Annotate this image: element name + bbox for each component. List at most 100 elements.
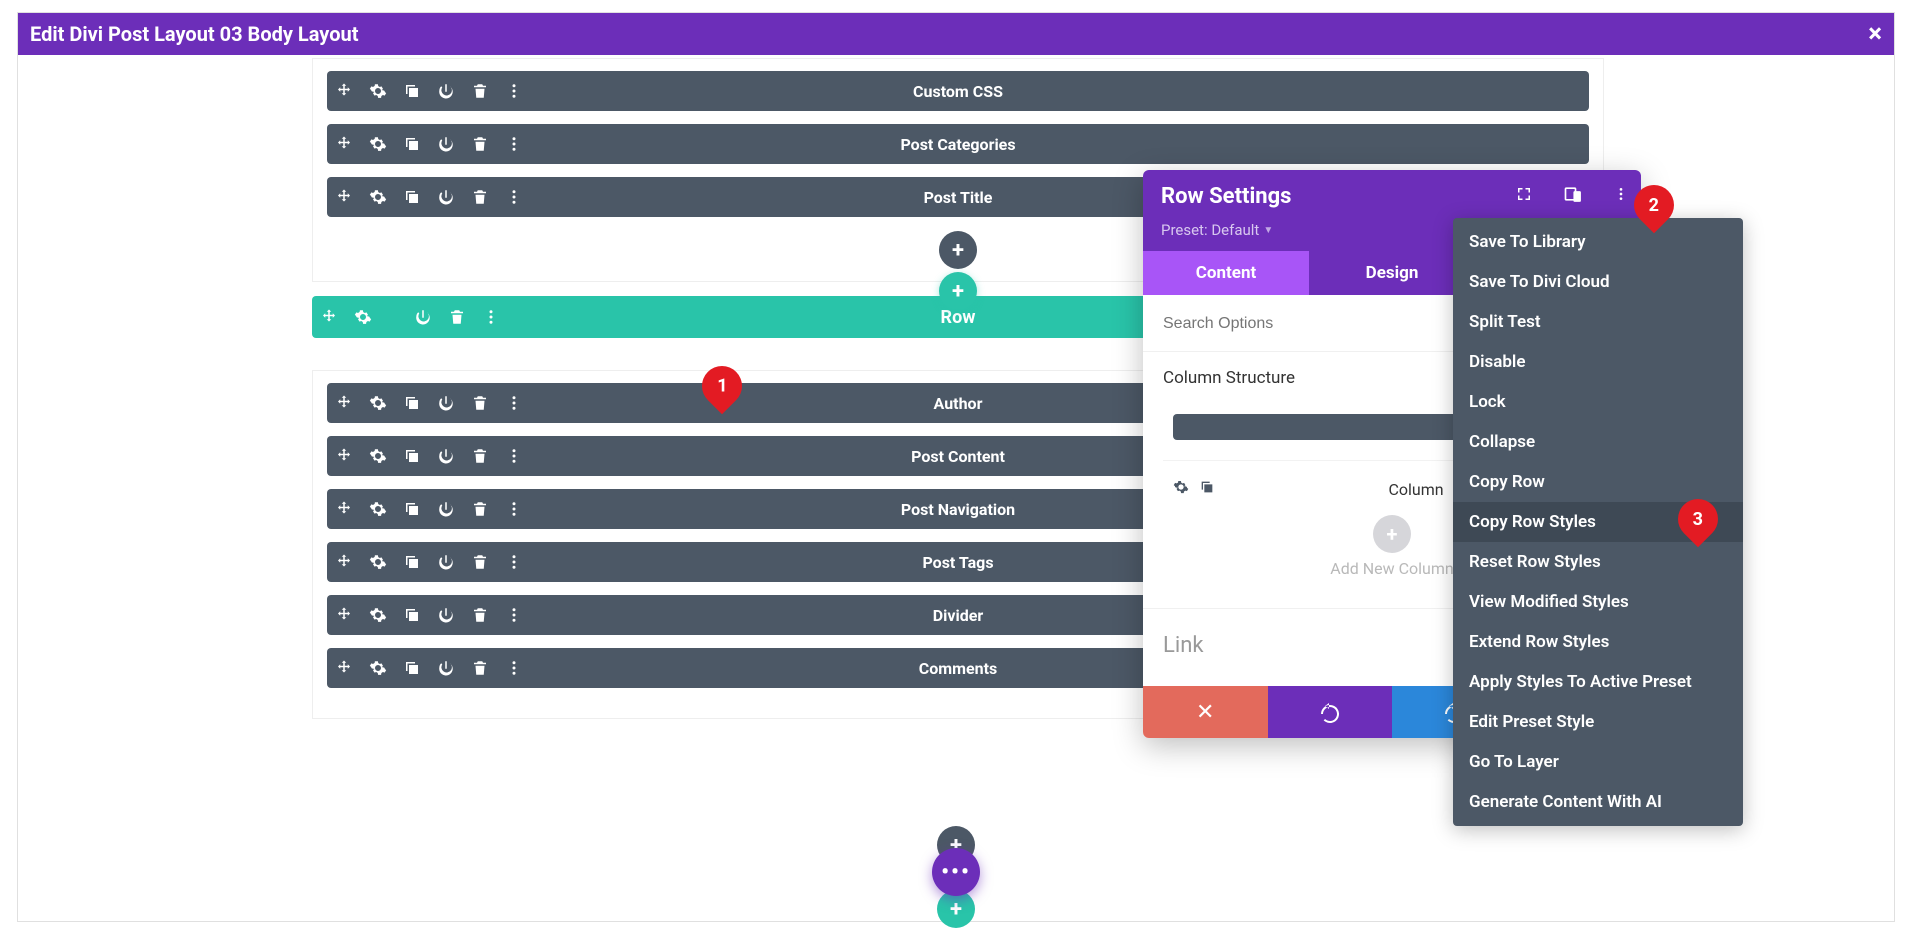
module-more-icon[interactable] [497, 124, 531, 164]
row-more-icon[interactable] [474, 296, 508, 338]
add-row-button[interactable]: + [939, 272, 977, 310]
module-more-icon[interactable] [497, 489, 531, 529]
module-settings-icon[interactable] [361, 436, 395, 476]
row-power-icon[interactable] [406, 296, 440, 338]
menu-item-view modified styles[interactable]: View Modified Styles [1453, 582, 1743, 622]
module-move-icon[interactable] [327, 71, 361, 111]
module-duplicate-icon[interactable] [395, 71, 429, 111]
tab-design[interactable]: Design [1309, 251, 1475, 295]
module-label: Author [934, 394, 983, 413]
module-duplicate-icon[interactable] [395, 177, 429, 217]
module-bar-s1-1[interactable]: Post Categories [327, 124, 1589, 164]
responsive-icon[interactable] [1563, 184, 1583, 204]
menu-item-reset row styles[interactable]: Reset Row Styles [1453, 542, 1743, 582]
module-duplicate-icon[interactable] [395, 595, 429, 635]
module-duplicate-icon[interactable] [395, 489, 429, 529]
module-bar-s1-0[interactable]: Custom CSS [327, 71, 1589, 111]
link-label: Link [1163, 633, 1204, 658]
menu-item-extend row styles[interactable]: Extend Row Styles [1453, 622, 1743, 662]
page-settings-fab[interactable]: ••• [932, 848, 980, 896]
row-move-icon[interactable] [312, 296, 346, 338]
module-settings-icon[interactable] [361, 595, 395, 635]
module-more-icon[interactable] [497, 436, 531, 476]
module-settings-icon[interactable] [361, 71, 395, 111]
module-more-icon[interactable] [497, 71, 531, 111]
add-module-button[interactable]: + [939, 231, 977, 269]
module-duplicate-icon[interactable] [395, 542, 429, 582]
module-more-icon[interactable] [497, 383, 531, 423]
module-power-icon[interactable] [429, 542, 463, 582]
module-settings-icon[interactable] [361, 177, 395, 217]
module-move-icon[interactable] [327, 595, 361, 635]
module-more-icon[interactable] [497, 648, 531, 688]
module-power-icon[interactable] [429, 383, 463, 423]
module-power-icon[interactable] [429, 71, 463, 111]
module-power-icon[interactable] [429, 489, 463, 529]
cancel-button[interactable]: ✕ [1143, 686, 1268, 738]
module-move-icon[interactable] [327, 542, 361, 582]
column-settings-icon[interactable] [1173, 479, 1189, 499]
module-label: Post Categories [900, 135, 1015, 154]
module-delete-icon[interactable] [463, 489, 497, 529]
module-move-icon[interactable] [327, 383, 361, 423]
module-delete-icon[interactable] [463, 177, 497, 217]
module-move-icon[interactable] [327, 489, 361, 529]
module-settings-icon[interactable] [361, 383, 395, 423]
module-label: Custom CSS [913, 82, 1003, 101]
module-label: Comments [919, 659, 997, 678]
callout-3: 3 [1678, 499, 1718, 539]
module-settings-icon[interactable] [361, 489, 395, 529]
module-move-icon[interactable] [327, 436, 361, 476]
module-power-icon[interactable] [429, 648, 463, 688]
undo-button[interactable] [1268, 686, 1393, 738]
module-duplicate-icon[interactable] [395, 436, 429, 476]
module-settings-icon[interactable] [361, 542, 395, 582]
module-delete-icon[interactable] [463, 436, 497, 476]
module-move-icon[interactable] [327, 177, 361, 217]
module-more-icon[interactable] [497, 542, 531, 582]
module-delete-icon[interactable] [463, 648, 497, 688]
module-power-icon[interactable] [429, 595, 463, 635]
module-power-icon[interactable] [429, 124, 463, 164]
module-power-icon[interactable] [429, 177, 463, 217]
expand-icon[interactable] [1515, 185, 1533, 203]
tab-content[interactable]: Content [1143, 251, 1309, 295]
menu-item-apply styles to active preset[interactable]: Apply Styles To Active Preset [1453, 662, 1743, 702]
module-move-icon[interactable] [327, 648, 361, 688]
module-duplicate-icon[interactable] [395, 124, 429, 164]
menu-item-lock[interactable]: Lock [1453, 382, 1743, 422]
module-more-icon[interactable] [497, 595, 531, 635]
menu-item-save to divi cloud[interactable]: Save To Divi Cloud [1453, 262, 1743, 302]
module-label: Post Title [924, 188, 993, 207]
module-label: Divider [933, 606, 983, 625]
title-text: Edit Divi Post Layout 03 Body Layout [30, 22, 358, 46]
module-move-icon[interactable] [327, 124, 361, 164]
row-settings-icon[interactable] [346, 296, 380, 338]
module-more-icon[interactable] [497, 177, 531, 217]
callout-2: 2 [1634, 185, 1674, 225]
module-power-icon[interactable] [429, 436, 463, 476]
module-delete-icon[interactable] [463, 542, 497, 582]
panel-header: Row Settings [1143, 170, 1641, 221]
module-delete-icon[interactable] [463, 124, 497, 164]
module-delete-icon[interactable] [463, 71, 497, 111]
module-settings-icon[interactable] [361, 124, 395, 164]
module-settings-icon[interactable] [361, 648, 395, 688]
menu-item-collapse[interactable]: Collapse [1453, 422, 1743, 462]
add-column-button[interactable]: + [1373, 515, 1411, 553]
module-duplicate-icon[interactable] [395, 383, 429, 423]
panel-more-icon[interactable] [1613, 186, 1629, 202]
close-button[interactable]: × [1868, 19, 1882, 49]
menu-item-edit preset style[interactable]: Edit Preset Style [1453, 702, 1743, 742]
module-duplicate-icon[interactable] [395, 648, 429, 688]
menu-item-go to layer[interactable]: Go To Layer [1453, 742, 1743, 782]
row-delete-icon[interactable] [440, 296, 474, 338]
module-delete-icon[interactable] [463, 383, 497, 423]
menu-item-save to library[interactable]: Save To Library [1453, 222, 1743, 262]
module-delete-icon[interactable] [463, 595, 497, 635]
menu-item-generate content with ai[interactable]: Generate Content With AI [1453, 782, 1743, 822]
column-duplicate-icon[interactable] [1199, 479, 1215, 499]
menu-item-copy row[interactable]: Copy Row [1453, 462, 1743, 502]
menu-item-disable[interactable]: Disable [1453, 342, 1743, 382]
menu-item-split test[interactable]: Split Test [1453, 302, 1743, 342]
